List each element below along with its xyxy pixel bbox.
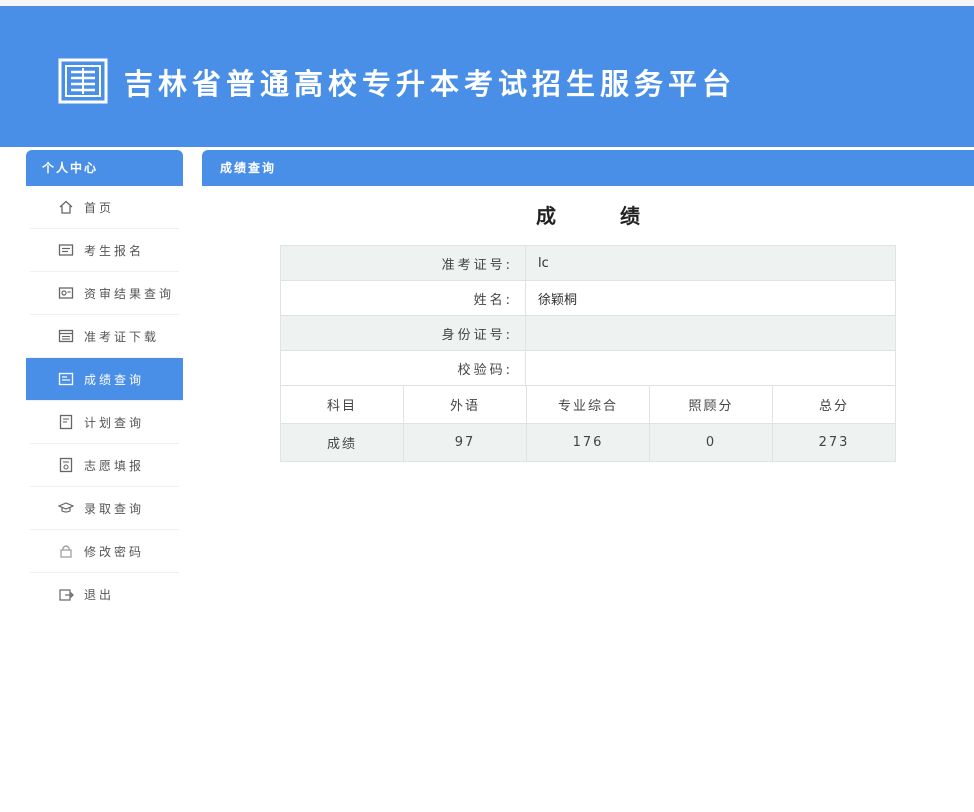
lock-icon bbox=[58, 543, 74, 559]
register-icon bbox=[58, 242, 74, 258]
sidebar-item-label: 退出 bbox=[84, 588, 115, 602]
verify-code-value bbox=[525, 350, 896, 386]
score-row-label: 成绩 bbox=[280, 423, 404, 462]
score-header-bonus: 照顾分 bbox=[649, 385, 773, 424]
sidebar-item-label: 首页 bbox=[84, 200, 115, 215]
sidebar-item-label: 准考证下载 bbox=[84, 329, 160, 344]
breadcrumb: 成绩查询 bbox=[202, 150, 974, 186]
review-icon bbox=[58, 285, 74, 301]
name-label: 姓名: bbox=[280, 280, 526, 316]
table-row: 姓名: 徐颖桐 bbox=[280, 280, 896, 316]
site-header: 吉林省普通高校专升本考试招生服务平台 bbox=[0, 6, 974, 147]
score-major: 176 bbox=[526, 423, 650, 462]
name-value: 徐颖桐 bbox=[525, 280, 896, 316]
logo-icon bbox=[58, 58, 108, 104]
score-icon bbox=[58, 371, 74, 387]
sidebar-item-label: 志愿填报 bbox=[84, 458, 145, 473]
sidebar-item-application[interactable]: 志愿填报 bbox=[30, 444, 179, 487]
table-row: 校验码: bbox=[280, 350, 896, 386]
page-title: 成绩 bbox=[536, 204, 704, 228]
score-header-major: 专业综合 bbox=[526, 385, 650, 424]
score-bonus: 0 bbox=[649, 423, 773, 462]
sidebar-item-label: 计划查询 bbox=[84, 415, 145, 430]
sidebar-item-ticket-download[interactable]: 准考证下载 bbox=[30, 315, 179, 358]
sidebar-item-label: 成绩查询 bbox=[84, 372, 145, 387]
score-header-total: 总分 bbox=[772, 385, 896, 424]
exam-id-value: lc bbox=[525, 245, 896, 281]
sidebar-item-logout[interactable]: 退出 bbox=[30, 573, 179, 616]
score-header-subject: 科目 bbox=[280, 385, 404, 424]
exam-id-label: 准考证号: bbox=[280, 245, 526, 281]
table-row: 准考证号: lc bbox=[280, 245, 896, 281]
sidebar-item-label: 录取查询 bbox=[84, 501, 145, 516]
sidebar-item-change-password[interactable]: 修改密码 bbox=[30, 530, 179, 573]
sidebar-item-register[interactable]: 考生报名 bbox=[30, 229, 179, 272]
sidebar-item-label: 考生报名 bbox=[84, 243, 145, 258]
student-info-table: 准考证号: lc 姓名: 徐颖桐 身份证号: 校验码: bbox=[280, 245, 896, 386]
score-header-row: 科目 外语 专业综合 照顾分 总分 bbox=[280, 385, 896, 424]
ticket-icon bbox=[58, 328, 74, 344]
sidebar-item-plan-query[interactable]: 计划查询 bbox=[30, 401, 179, 444]
score-total: 273 bbox=[772, 423, 896, 462]
verify-code-label: 校验码: bbox=[280, 350, 526, 386]
score-table: 科目 外语 专业综合 照顾分 总分 成绩 97 176 0 273 bbox=[280, 385, 896, 462]
plan-icon bbox=[58, 414, 74, 430]
score-value-row: 成绩 97 176 0 273 bbox=[280, 423, 896, 462]
home-icon bbox=[58, 199, 74, 215]
graduation-cap-icon bbox=[58, 500, 74, 516]
sidebar: 个人中心 首页 考生报名 资审结果查询 准考证下载 成绩查询 计划查询 志愿填报… bbox=[26, 150, 183, 616]
score-header-foreign-language: 外语 bbox=[403, 385, 527, 424]
sidebar-item-label: 资审结果查询 bbox=[84, 286, 175, 301]
sidebar-item-score-query[interactable]: 成绩查询 bbox=[26, 358, 183, 401]
sidebar-item-admission-query[interactable]: 录取查询 bbox=[30, 487, 179, 530]
id-card-label: 身份证号: bbox=[280, 315, 526, 351]
form-icon bbox=[58, 457, 74, 473]
sidebar-title: 个人中心 bbox=[26, 150, 183, 186]
id-card-value bbox=[525, 315, 896, 351]
site-title: 吉林省普通高校专升本考试招生服务平台 bbox=[124, 67, 737, 101]
sidebar-item-home[interactable]: 首页 bbox=[30, 186, 179, 229]
table-row: 身份证号: bbox=[280, 315, 896, 351]
sidebar-item-label: 修改密码 bbox=[84, 544, 145, 559]
logout-icon bbox=[58, 587, 74, 603]
sidebar-item-review-result[interactable]: 资审结果查询 bbox=[30, 272, 179, 315]
score-foreign-language: 97 bbox=[403, 423, 527, 462]
